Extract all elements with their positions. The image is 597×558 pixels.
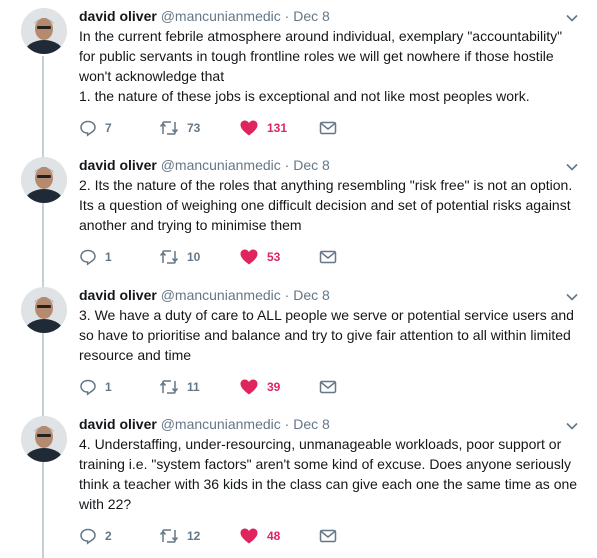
tweet-header: david oliver @mancunianmedic · Dec 8 xyxy=(79,414,330,434)
tweet-actions: 2 12 48 xyxy=(79,526,379,546)
separator-dot: · xyxy=(284,8,290,24)
like-button[interactable]: 53 xyxy=(239,247,280,267)
tweet-text: 2. Its the nature of the roles that anyt… xyxy=(79,175,579,235)
author-name[interactable]: david oliver xyxy=(79,157,157,173)
direct-message-button[interactable] xyxy=(319,526,337,546)
avatar[interactable] xyxy=(21,416,67,462)
retweet-button[interactable]: 11 xyxy=(159,377,200,397)
direct-message-button[interactable] xyxy=(319,118,337,138)
retweet-count: 10 xyxy=(187,250,201,264)
retweet-icon xyxy=(159,250,179,264)
tweet-actions: 1 11 39 xyxy=(79,377,379,397)
retweet-button[interactable]: 12 xyxy=(159,526,200,546)
reply-icon xyxy=(80,379,96,396)
heart-icon xyxy=(240,379,258,395)
like-count: 39 xyxy=(267,380,281,394)
author-name[interactable]: david oliver xyxy=(79,287,157,303)
reply-button[interactable]: 2 xyxy=(79,526,112,546)
tweet[interactable]: david oliver @mancunianmedic · Dec 8 4. … xyxy=(0,408,597,558)
reply-icon xyxy=(80,249,96,266)
reply-button[interactable]: 7 xyxy=(79,118,112,138)
tweet-date[interactable]: Dec 8 xyxy=(293,8,330,24)
tweet-paragraph: 4. Understaffing, under-resourcing, unma… xyxy=(79,436,578,512)
tweet-date[interactable]: Dec 8 xyxy=(293,287,330,303)
retweet-count: 11 xyxy=(187,380,200,394)
retweet-icon xyxy=(159,380,179,394)
avatar[interactable] xyxy=(21,157,67,203)
like-button[interactable]: 48 xyxy=(239,526,280,546)
author-name[interactable]: david oliver xyxy=(79,416,157,432)
tweet-header: david oliver @mancunianmedic · Dec 8 xyxy=(79,285,330,305)
reply-button[interactable]: 1 xyxy=(79,247,112,267)
reply-icon xyxy=(80,120,96,137)
reply-count: 7 xyxy=(105,121,112,135)
tweet-paragraph: 2. Its the nature of the roles that anyt… xyxy=(79,177,573,233)
retweet-count: 73 xyxy=(187,121,201,135)
heart-icon xyxy=(240,249,258,265)
chevron-down-icon[interactable] xyxy=(565,160,579,174)
tweet-text: In the current febrile atmosphere around… xyxy=(79,26,579,106)
tweet-text: 4. Understaffing, under-resourcing, unma… xyxy=(79,434,579,514)
reply-count: 1 xyxy=(105,250,112,264)
reply-button[interactable]: 1 xyxy=(79,377,112,397)
heart-icon xyxy=(240,120,258,136)
author-handle[interactable]: @mancunianmedic xyxy=(161,8,281,24)
avatar[interactable] xyxy=(21,8,67,54)
like-button[interactable]: 131 xyxy=(239,118,287,138)
tweet-paragraph: 3. We have a duty of care to ALL people … xyxy=(79,307,574,363)
retweet-button[interactable]: 73 xyxy=(159,118,200,138)
direct-message-button[interactable] xyxy=(319,377,337,397)
author-handle[interactable]: @mancunianmedic xyxy=(161,157,281,173)
tweet-actions: 7 73 131 xyxy=(79,118,379,138)
envelope-icon xyxy=(319,529,337,543)
author-handle[interactable]: @mancunianmedic xyxy=(161,287,281,303)
retweet-button[interactable]: 10 xyxy=(159,247,200,267)
retweet-icon xyxy=(159,529,179,543)
tweet-date[interactable]: Dec 8 xyxy=(293,157,330,173)
tweet-paragraph: 1. the nature of these jobs is exception… xyxy=(79,88,530,104)
like-button[interactable]: 39 xyxy=(239,377,280,397)
envelope-icon xyxy=(319,250,337,264)
reply-count: 1 xyxy=(105,380,112,394)
separator-dot: · xyxy=(284,157,290,173)
separator-dot: · xyxy=(284,287,290,303)
tweet-paragraph: In the current febrile atmosphere around… xyxy=(79,28,563,84)
chevron-down-icon[interactable] xyxy=(565,419,579,433)
reply-count: 2 xyxy=(105,529,112,543)
like-count: 53 xyxy=(267,250,281,264)
like-count: 131 xyxy=(267,121,288,135)
tweet[interactable]: david oliver @mancunianmedic · Dec 8 3. … xyxy=(0,279,597,409)
envelope-icon xyxy=(319,121,337,135)
tweet-header: david oliver @mancunianmedic · Dec 8 xyxy=(79,155,330,175)
author-name[interactable]: david oliver xyxy=(79,8,157,24)
heart-icon xyxy=(240,528,258,544)
separator-dot: · xyxy=(284,416,290,432)
tweet-text: 3. We have a duty of care to ALL people … xyxy=(79,305,579,365)
reply-icon xyxy=(80,528,96,545)
like-count: 48 xyxy=(267,529,281,543)
chevron-down-icon[interactable] xyxy=(565,11,579,25)
tweet[interactable]: david oliver @mancunianmedic · Dec 8 2. … xyxy=(0,149,597,279)
avatar[interactable] xyxy=(21,287,67,333)
tweet-actions: 1 10 53 xyxy=(79,247,379,267)
retweet-icon xyxy=(159,121,179,135)
tweet-header: david oliver @mancunianmedic · Dec 8 xyxy=(79,6,330,26)
direct-message-button[interactable] xyxy=(319,247,337,267)
tweet-date[interactable]: Dec 8 xyxy=(293,416,330,432)
envelope-icon xyxy=(319,380,337,394)
chevron-down-icon[interactable] xyxy=(565,290,579,304)
author-handle[interactable]: @mancunianmedic xyxy=(161,416,281,432)
tweet[interactable]: david oliver @mancunianmedic · Dec 8 In … xyxy=(0,0,597,150)
retweet-count: 12 xyxy=(187,529,201,543)
